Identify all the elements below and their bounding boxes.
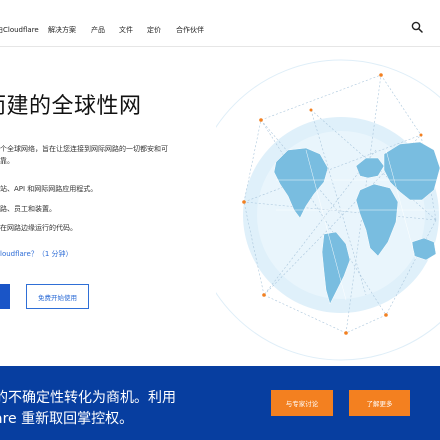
free-start-button[interactable]: 免费开始使用 — [26, 284, 89, 309]
hero-title: 而建的全球性网 — [0, 94, 142, 119]
top-navigation: 由Cloudflare 解决方案 产品 文件 定价 合作伙伴 — [0, 0, 440, 47]
search-icon[interactable] — [411, 21, 423, 33]
talk-to-expert-button[interactable]: 与专家讨论 — [271, 390, 333, 416]
banner-text-line2: are 重新取回掌控权。 — [0, 411, 134, 427]
watch-video-link[interactable]: loudflare？（1 分钟） — [0, 249, 73, 259]
globe-network-illustration — [216, 59, 440, 361]
nav-item-docs[interactable]: 文件 — [119, 25, 133, 35]
nav-item-solutions[interactable]: 解决方案 — [48, 25, 76, 35]
hero-bullet-1: 站、API 和网际网路应用程式。 — [0, 185, 98, 193]
hero-description: 个全球网络，旨在让您连接到网际网路的一切都安和可靠。 — [0, 145, 168, 165]
primary-cta-button[interactable] — [0, 284, 10, 309]
banner-text-line1: 的不确定性转化为商机。利用 — [0, 390, 176, 406]
hero-bullet-3: 在网路边缘运行的代码。 — [0, 224, 77, 232]
nav-item-pricing[interactable]: 定价 — [147, 25, 161, 35]
nav-item-partners[interactable]: 合作伙伴 — [176, 25, 204, 35]
nav-logo-text[interactable]: 由Cloudflare — [0, 25, 39, 35]
nav-item-products[interactable]: 产品 — [91, 25, 105, 35]
hero-bullet-2: 路、员工和装置。 — [0, 205, 56, 213]
learn-more-button[interactable]: 了解更多 — [349, 390, 410, 416]
